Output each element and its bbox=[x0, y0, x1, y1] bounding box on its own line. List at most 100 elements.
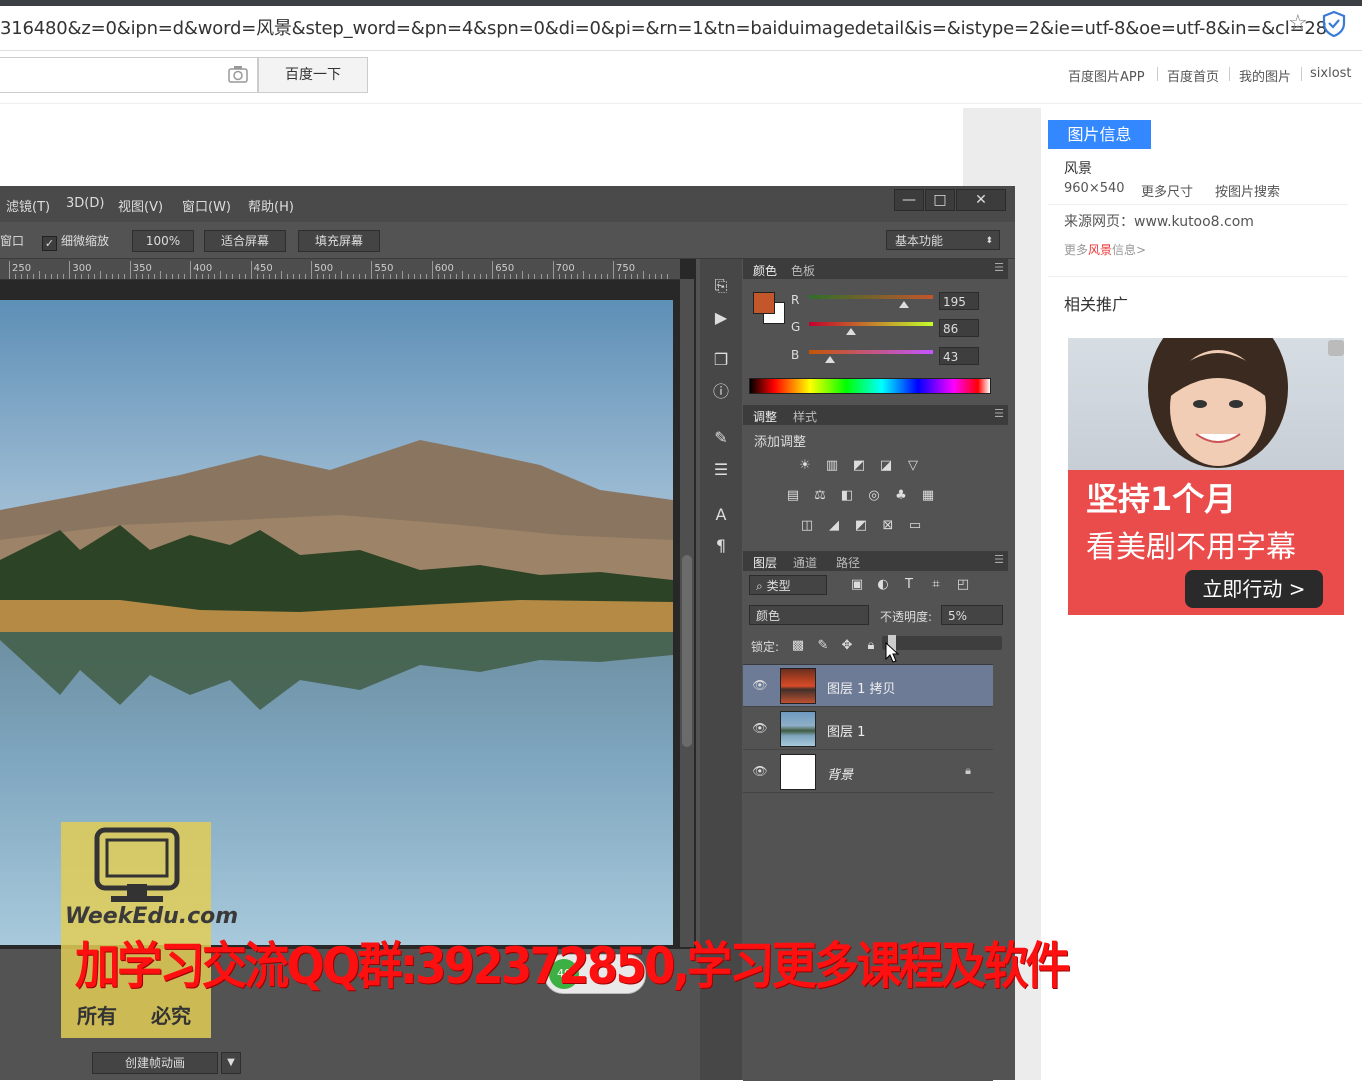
tab-paths[interactable]: 路径 bbox=[836, 554, 860, 571]
g-slider[interactable] bbox=[809, 322, 933, 326]
zoom-100-button[interactable]: 100% bbox=[132, 230, 194, 252]
tab-image-info[interactable]: 图片信息 bbox=[1048, 120, 1151, 149]
smart-object-filter-icon[interactable]: ◰ bbox=[954, 577, 972, 593]
chevron-down-icon[interactable]: ▼ bbox=[221, 1052, 241, 1074]
menu-help[interactable]: 帮助(H) bbox=[248, 196, 294, 215]
tab-styles[interactable]: 样式 bbox=[793, 408, 817, 425]
brightness-icon[interactable]: ☀ bbox=[796, 458, 814, 474]
camera-icon[interactable] bbox=[228, 65, 248, 83]
vibrance-icon[interactable]: ▽ bbox=[904, 458, 922, 474]
source-link[interactable]: 来源网页：www.kutoo8.com bbox=[1064, 211, 1254, 231]
history-icon[interactable]: ⎘ bbox=[710, 275, 732, 297]
eye-icon[interactable]: 👁︎ bbox=[752, 677, 768, 693]
hue-saturation-icon[interactable]: ▤ bbox=[784, 488, 802, 504]
scrollbar-thumb[interactable] bbox=[682, 555, 692, 747]
tool-presets-icon[interactable]: ☰ bbox=[710, 459, 732, 481]
ad-action-button[interactable]: 立即行动 > bbox=[1185, 570, 1323, 608]
b-value[interactable]: 43 bbox=[939, 347, 979, 365]
invert-icon[interactable]: ◫ bbox=[798, 518, 816, 534]
shape-filter-icon[interactable]: ⌗ bbox=[927, 577, 945, 593]
star-icon[interactable]: ☆ bbox=[1288, 13, 1310, 35]
layer-row[interactable]: 👁︎ 图层 1 拷贝 bbox=[743, 665, 993, 707]
gradient-map-icon[interactable]: ▭ bbox=[906, 518, 924, 534]
menu-window[interactable]: 窗口(W) bbox=[182, 196, 231, 215]
tab-color[interactable]: 颜色 bbox=[753, 262, 777, 279]
tab-adjustments[interactable]: 调整 bbox=[753, 408, 777, 425]
layer-row[interactable]: 👁︎ 图层 1 bbox=[743, 708, 993, 750]
foreground-color-swatch[interactable] bbox=[753, 292, 775, 314]
lock-all-icon[interactable]: 🔒︎ bbox=[862, 638, 880, 654]
panel-menu-icon[interactable]: ☰ bbox=[994, 261, 1004, 274]
divider bbox=[1048, 204, 1348, 205]
tab-swatches[interactable]: 色板 bbox=[791, 262, 815, 279]
ad-banner[interactable]: 坚持1个月 看美剧不用字幕 立即行动 > bbox=[1068, 338, 1344, 615]
exposure-icon[interactable]: ◪ bbox=[877, 458, 895, 474]
paragraph-icon[interactable]: ¶ bbox=[710, 535, 732, 557]
color-spectrum-ramp[interactable] bbox=[749, 378, 991, 394]
fit-screen-button[interactable]: 适合屏幕 bbox=[204, 230, 286, 252]
channel-mixer-icon[interactable]: ♣ bbox=[892, 488, 910, 504]
vertical-scrollbar[interactable] bbox=[680, 279, 694, 947]
url-text[interactable]: 316480&z=0&ipn=d&word=风景&step_word=&pn=4… bbox=[0, 14, 1327, 40]
lock-position-icon[interactable]: ✥ bbox=[838, 638, 856, 654]
maximize-button[interactable]: □ bbox=[925, 189, 955, 211]
menu-view[interactable]: 视图(V) bbox=[118, 196, 163, 215]
actions-play-icon[interactable]: ▶ bbox=[710, 307, 732, 329]
fg-bg-swatches[interactable] bbox=[753, 292, 785, 324]
search-button[interactable]: 百度一下 bbox=[258, 57, 368, 93]
adjustment-filter-icon[interactable]: ◐ bbox=[874, 577, 892, 593]
g-value[interactable]: 86 bbox=[939, 319, 979, 337]
close-button[interactable]: ✕ bbox=[956, 189, 1006, 211]
panel-menu-icon[interactable]: ☰ bbox=[994, 407, 1004, 420]
more-info-link[interactable]: 更多风景信息> bbox=[1064, 241, 1146, 258]
link-baidu-image-app[interactable]: 百度图片APP bbox=[1068, 66, 1145, 85]
blend-mode-select[interactable]: 颜色 bbox=[749, 605, 869, 625]
lock-transparent-icon[interactable]: ▩ bbox=[789, 638, 807, 654]
pixel-filter-icon[interactable]: ▣ bbox=[848, 577, 866, 593]
lock-pixels-icon[interactable]: ✎ bbox=[814, 638, 832, 654]
tab-channels[interactable]: 通道 bbox=[793, 554, 817, 571]
fill-screen-button[interactable]: 填充屏幕 bbox=[298, 230, 380, 252]
layer-filter-select[interactable]: ⌕ 类型 bbox=[749, 575, 827, 595]
eye-icon[interactable]: 👁︎ bbox=[752, 720, 768, 736]
link-baidu-home[interactable]: 百度首页 bbox=[1167, 66, 1219, 85]
search-input[interactable] bbox=[0, 57, 258, 93]
color-lookup-icon[interactable]: ▦ bbox=[919, 488, 937, 504]
black-white-icon[interactable]: ◧ bbox=[838, 488, 856, 504]
levels-icon[interactable]: ▥ bbox=[823, 458, 841, 474]
ruler-minor-tick bbox=[443, 274, 445, 279]
threshold-icon[interactable]: ◩ bbox=[852, 518, 870, 534]
g-slider-thumb[interactable] bbox=[846, 328, 856, 335]
more-sizes-link[interactable]: 更多尺寸 bbox=[1141, 181, 1193, 200]
workspace-select[interactable]: 基本功能 ⬍ bbox=[886, 230, 1000, 250]
menu-filter[interactable]: 滤镜(T) bbox=[6, 196, 50, 215]
tab-layers[interactable]: 图层 bbox=[753, 554, 777, 571]
search-by-image-link[interactable]: 按图片搜索 bbox=[1215, 181, 1280, 200]
b-slider-thumb[interactable] bbox=[825, 356, 835, 363]
layer-row[interactable]: 👁︎ 背景 🔒︎ bbox=[743, 751, 993, 793]
shield-icon[interactable] bbox=[1322, 11, 1346, 37]
r-slider[interactable] bbox=[809, 295, 933, 299]
color-balance-icon[interactable]: ⚖ bbox=[811, 488, 829, 504]
scrubby-zoom-checkbox[interactable]: ✓ 细微缩放 bbox=[42, 232, 109, 251]
link-my-images[interactable]: 我的图片 bbox=[1239, 66, 1291, 85]
b-slider[interactable] bbox=[809, 350, 933, 354]
3d-icon[interactable]: ❒ bbox=[710, 349, 732, 371]
selective-color-icon[interactable]: ⊠ bbox=[879, 518, 897, 534]
character-icon[interactable]: A bbox=[710, 504, 732, 526]
minimize-button[interactable]: — bbox=[894, 189, 924, 211]
info-icon[interactable]: ⓘ bbox=[710, 381, 732, 403]
r-value[interactable]: 195 bbox=[939, 292, 979, 310]
create-frame-animation-button[interactable]: 创建帧动画 bbox=[92, 1052, 218, 1074]
r-slider-thumb[interactable] bbox=[899, 301, 909, 308]
panel-menu-icon[interactable]: ☰ bbox=[994, 553, 1004, 566]
curves-icon[interactable]: ◩ bbox=[850, 458, 868, 474]
posterize-icon[interactable]: ◢ bbox=[825, 518, 843, 534]
type-filter-icon[interactable]: T bbox=[900, 577, 918, 593]
eye-icon[interactable]: 👁︎ bbox=[752, 763, 768, 779]
menu-3d[interactable]: 3D(D) bbox=[66, 196, 104, 211]
user-menu[interactable]: sixlost bbox=[1310, 66, 1352, 81]
photo-filter-icon[interactable]: ◎ bbox=[865, 488, 883, 504]
opacity-input[interactable]: 5% bbox=[941, 605, 1003, 625]
brush-presets-icon[interactable]: ✎ bbox=[710, 427, 732, 449]
